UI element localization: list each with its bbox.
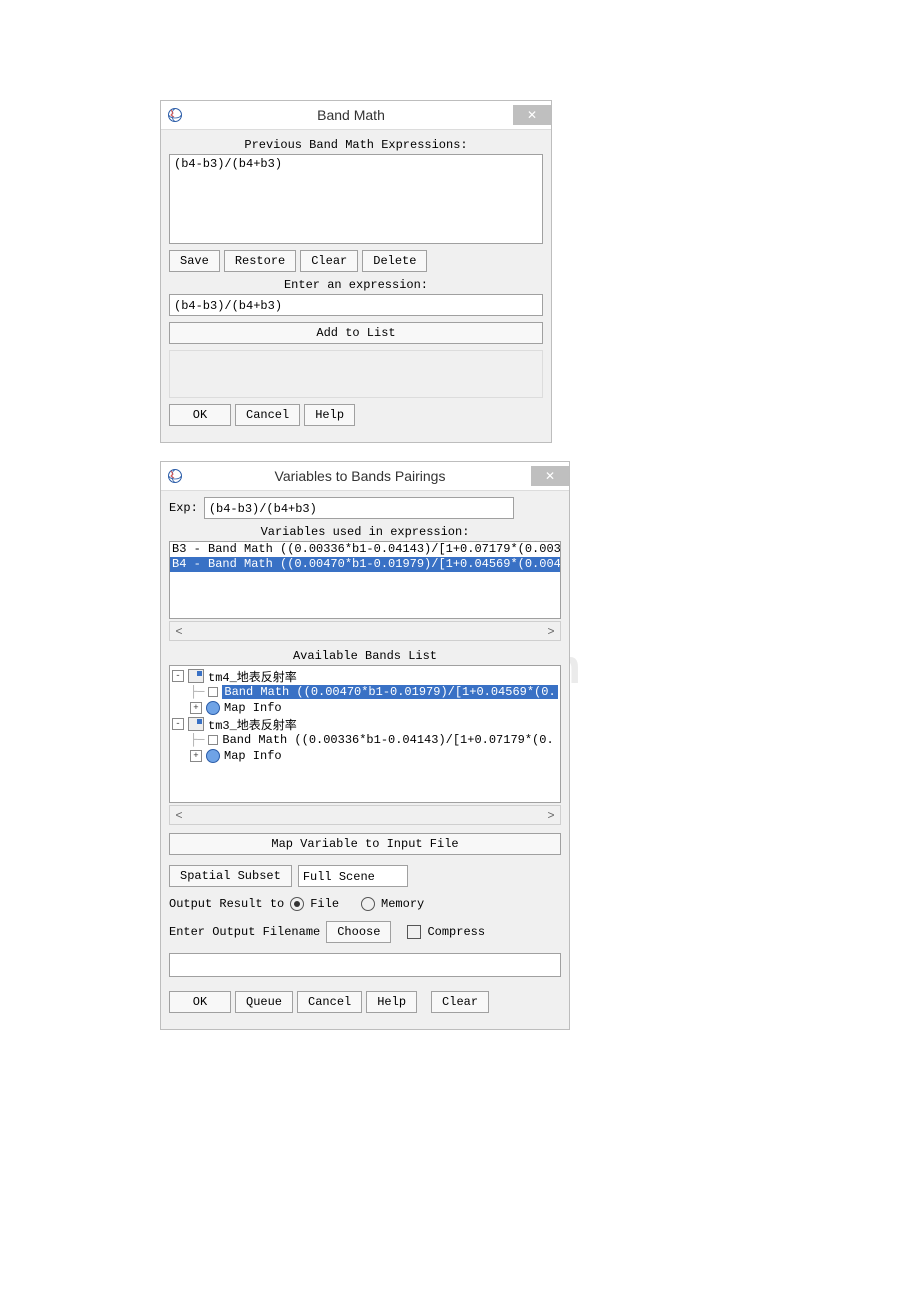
close-icon[interactable]: ✕ [513, 105, 551, 125]
scroll-left-icon[interactable]: < [170, 808, 188, 822]
tree-band-tm3[interactable]: ├─ Band Math ((0.00336*b1-0.04143)/[1+0.… [172, 732, 558, 748]
globe-icon [206, 749, 220, 763]
cancel-button[interactable]: Cancel [297, 991, 362, 1013]
band-icon [208, 735, 218, 745]
file-icon [188, 669, 204, 683]
band-math-window: Band Math ✕ Previous Band Math Expressio… [160, 100, 552, 443]
collapse-icon[interactable]: - [172, 670, 184, 682]
add-to-list-button[interactable]: Add to List [169, 322, 543, 344]
status-area [169, 350, 543, 398]
close-icon[interactable]: ✕ [531, 466, 569, 486]
output-result-label: Output Result to [169, 897, 284, 911]
tree-band-label: Band Math ((0.00470*b1-0.01979)/[1+0.045… [222, 685, 557, 699]
available-bands-tree[interactable]: - tm4_地表反射率 ├─ Band Math ((0.00470*b1-0.… [169, 665, 561, 803]
variable-b3-row[interactable]: B3 - Band Math ((0.00336*b1-0.04143)/[1+… [170, 542, 560, 557]
queue-button[interactable]: Queue [235, 991, 293, 1013]
clear-button[interactable]: Clear [431, 991, 489, 1013]
variables-hscroll[interactable]: < > [169, 621, 561, 641]
file-icon [188, 717, 204, 731]
tree-file-label: tm3_地表反射率 [208, 716, 297, 733]
exp-label: Exp: [169, 501, 198, 515]
output-memory-label: Memory [381, 897, 424, 911]
compress-checkbox[interactable] [407, 925, 421, 939]
output-memory-radio[interactable] [361, 897, 375, 911]
tree-connector: ├─ [190, 733, 204, 747]
output-file-label: File [310, 897, 339, 911]
tree-band-label: Band Math ((0.00336*b1-0.04143)/[1+0.071… [222, 733, 553, 747]
tree-connector: ├─ [190, 685, 204, 699]
band-icon [208, 687, 218, 697]
expand-icon[interactable]: + [190, 750, 202, 762]
save-button[interactable]: Save [169, 250, 220, 272]
tree-mapinfo-label: Map Info [224, 701, 282, 715]
restore-button[interactable]: Restore [224, 250, 296, 272]
scroll-right-icon[interactable]: > [542, 624, 560, 638]
expression-input[interactable]: (b4-b3)/(b4+b3) [169, 294, 543, 316]
choose-button[interactable]: Choose [326, 921, 391, 943]
pairings-title: Variables to Bands Pairings [189, 468, 531, 484]
compress-label: Compress [427, 925, 485, 939]
app-icon [167, 468, 183, 484]
collapse-icon[interactable]: - [172, 718, 184, 730]
tree-hscroll[interactable]: < > [169, 805, 561, 825]
ok-button[interactable]: OK [169, 991, 231, 1013]
tree-mapinfo-tm3[interactable]: + Map Info [172, 748, 558, 764]
spatial-subset-button[interactable]: Spatial Subset [169, 865, 292, 887]
tree-file-tm4[interactable]: - tm4_地表反射率 [172, 668, 558, 684]
clear-button[interactable]: Clear [300, 250, 358, 272]
expand-icon[interactable]: + [190, 702, 202, 714]
output-file-radio[interactable] [290, 897, 304, 911]
band-math-titlebar: Band Math ✕ [161, 101, 551, 130]
enter-output-filename-label: Enter Output Filename [169, 925, 320, 939]
enter-expression-label: Enter an expression: [169, 278, 543, 292]
previous-expressions-list[interactable]: (b4-b3)/(b4+b3) [169, 154, 543, 244]
help-button[interactable]: Help [366, 991, 417, 1013]
scroll-left-icon[interactable]: < [170, 624, 188, 638]
cancel-button[interactable]: Cancel [235, 404, 300, 426]
delete-button[interactable]: Delete [362, 250, 427, 272]
map-variable-button[interactable]: Map Variable to Input File [169, 833, 561, 855]
tree-file-tm3[interactable]: - tm3_地表反射率 [172, 716, 558, 732]
output-filename-input[interactable] [169, 953, 561, 977]
globe-icon [206, 701, 220, 715]
scroll-right-icon[interactable]: > [542, 808, 560, 822]
previous-expressions-label: Previous Band Math Expressions: [169, 138, 543, 152]
tree-band-tm4[interactable]: ├─ Band Math ((0.00470*b1-0.01979)/[1+0.… [172, 684, 558, 700]
band-math-title: Band Math [189, 107, 513, 123]
available-bands-label: Available Bands List [169, 649, 561, 663]
variables-list[interactable]: B3 - Band Math ((0.00336*b1-0.04143)/[1+… [169, 541, 561, 619]
app-icon [167, 107, 183, 123]
pairings-window: Variables to Bands Pairings ✕ Exp: (b4-b… [160, 461, 570, 1030]
tree-file-label: tm4_地表反射率 [208, 668, 297, 685]
ok-button[interactable]: OK [169, 404, 231, 426]
tree-mapinfo-tm4[interactable]: + Map Info [172, 700, 558, 716]
tree-mapinfo-label: Map Info [224, 749, 282, 763]
pairings-titlebar: Variables to Bands Pairings ✕ [161, 462, 569, 491]
help-button[interactable]: Help [304, 404, 355, 426]
variables-used-label: Variables used in expression: [169, 525, 561, 539]
variable-b4-row[interactable]: B4 - Band Math ((0.00470*b1-0.01979)/[1+… [170, 557, 560, 572]
exp-value-input[interactable]: (b4-b3)/(b4+b3) [204, 497, 514, 519]
spatial-subset-value[interactable]: Full Scene [298, 865, 408, 887]
